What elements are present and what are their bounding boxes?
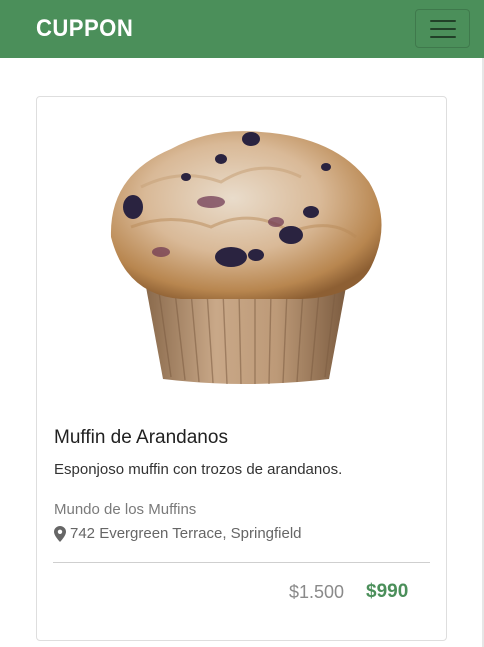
product-card[interactable]: Muffin de Arandanos Esponjoso muffin con… [36,96,447,641]
hamburger-menu-icon [429,19,456,22]
store-address: 742 Evergreen Terrace, Springfield [54,525,302,542]
menu-toggle-button[interactable] [415,9,470,48]
brand-logo[interactable]: CUPPON [36,14,133,44]
store-name: Mundo de los Muffins [54,501,197,518]
hamburger-menu-icon-line [429,35,456,38]
product-image [110,131,382,385]
navbar: CUPPON [0,0,484,58]
original-price: $1.500 [289,582,345,602]
hamburger-menu-icon-line [429,27,456,30]
divider [53,562,430,563]
product-title[interactable]: Muffin de Arandanos [54,427,228,449]
product-description: Esponjoso muffin con trozos de arandanos… [54,461,343,478]
map-marker-icon [54,525,66,542]
discount-price: $990 [366,581,409,602]
address-text: 742 Evergreen Terrace, Springfield [70,525,302,542]
